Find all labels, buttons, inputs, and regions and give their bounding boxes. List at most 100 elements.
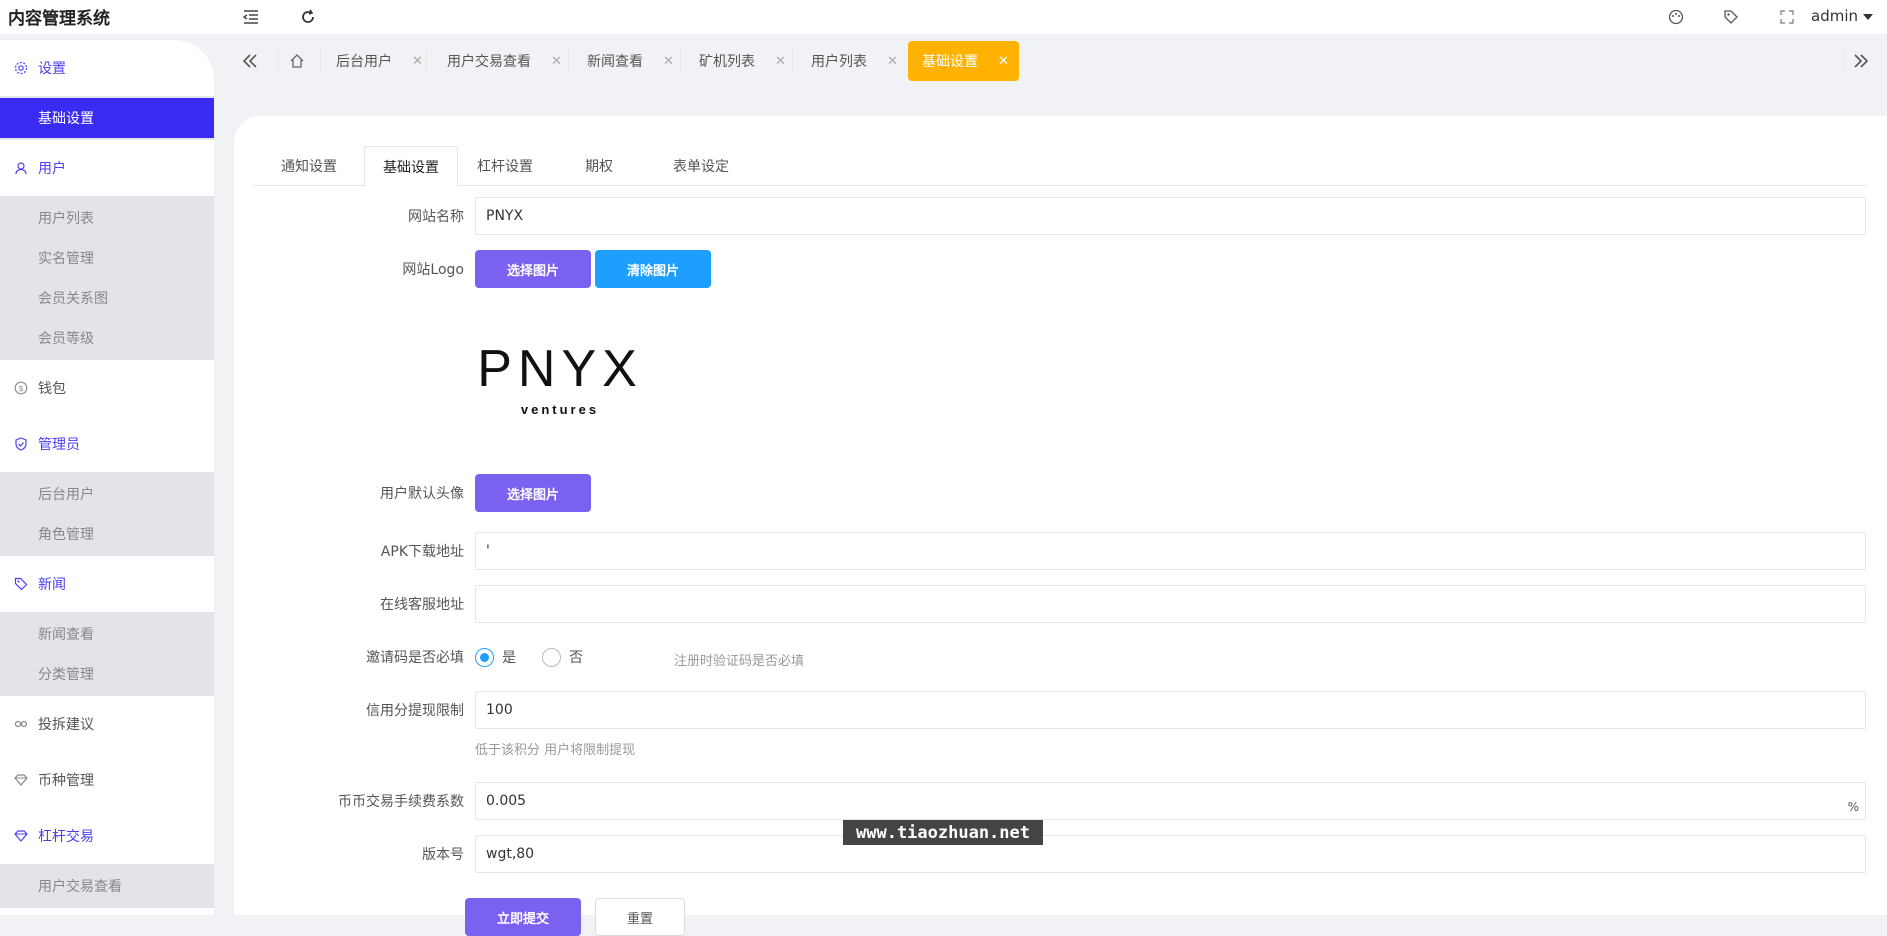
sidebar-item-realname[interactable]: 实名管理 xyxy=(0,238,214,278)
tab-divider xyxy=(1843,50,1844,72)
service-url-label: 在线客服地址 xyxy=(380,597,464,613)
sidebar-item-role-management[interactable]: 角色管理 xyxy=(0,514,214,554)
tab-divider xyxy=(278,50,279,72)
sidebar-section-settings[interactable]: 设置 xyxy=(0,40,214,96)
sidebar-section-label: 管理员 xyxy=(38,437,80,453)
sidebar-section-label: 投拆建议 xyxy=(38,717,94,733)
sidebar-item-member-level[interactable]: 会员等级 xyxy=(0,318,214,358)
sidebar: 设置 基础设置 用户 用户列表 实名管理 会员关系图 会员等级 $ 钱包 管理员… xyxy=(0,40,214,915)
tab-leverage-settings[interactable]: 杠杆设置 xyxy=(458,146,552,186)
sidebar-section-admins[interactable]: 管理员 xyxy=(0,416,214,472)
tag-icon[interactable] xyxy=(1720,6,1742,28)
theme-palette-icon[interactable] xyxy=(1665,6,1687,28)
apk-url-input[interactable]: ' xyxy=(475,532,1866,570)
invite-required-yes-radio[interactable]: 是 xyxy=(475,647,516,667)
logo-subtext: ventures xyxy=(521,402,599,417)
site-logo-label: 网站Logo xyxy=(402,262,464,278)
user-icon xyxy=(13,160,29,176)
tab-user-list[interactable]: 用户列表 ✕ xyxy=(811,41,898,81)
tab-label: 矿机列表 xyxy=(699,54,755,70)
site-name-input[interactable]: PNYX xyxy=(475,197,1866,235)
tabs-scroll-right-icon[interactable] xyxy=(1850,50,1872,72)
close-icon[interactable]: ✕ xyxy=(887,54,898,69)
menu-collapse-icon[interactable] xyxy=(240,6,262,28)
tab-divider xyxy=(792,50,793,72)
link-icon xyxy=(13,716,29,732)
home-icon[interactable] xyxy=(286,50,308,72)
sidebar-item-basic-settings[interactable]: 基础设置 xyxy=(0,98,214,138)
tab-backend-users[interactable]: 后台用户 ✕ xyxy=(336,41,423,81)
sidebar-item-news-view[interactable]: 新闻查看 xyxy=(0,614,214,654)
top-bar: 内容管理系统 admin xyxy=(0,0,1887,34)
sidebar-section-currency[interactable]: 币种管理 xyxy=(0,752,214,808)
tab-options[interactable]: 期权 xyxy=(552,146,646,186)
sidebar-section-label: 新闻 xyxy=(38,577,66,593)
tab-label: 新闻查看 xyxy=(587,54,643,70)
submenu-leverage: 用户交易查看 xyxy=(0,864,214,908)
percent-unit: % xyxy=(1847,800,1859,814)
sidebar-item-backend-users[interactable]: 后台用户 xyxy=(0,474,214,514)
close-icon[interactable]: ✕ xyxy=(775,54,786,69)
radio-circle xyxy=(542,647,561,667)
close-icon[interactable]: ✕ xyxy=(412,54,423,69)
tab-news-view[interactable]: 新闻查看 ✕ xyxy=(587,41,674,81)
sidebar-section-suggestions[interactable]: 投拆建议 xyxy=(0,696,214,752)
coin-fee-label: 币币交易手续费系数 xyxy=(338,794,464,810)
sidebar-section-leverage[interactable]: 杠杆交易 xyxy=(0,808,214,864)
reset-button[interactable]: 重置 xyxy=(595,898,685,936)
diamond-icon xyxy=(13,772,29,788)
avatar-select-button[interactable]: 选择图片 xyxy=(475,474,591,512)
service-url-input[interactable] xyxy=(475,585,1866,623)
close-icon[interactable]: ✕ xyxy=(551,54,562,69)
close-icon[interactable]: ✕ xyxy=(663,54,674,69)
version-input[interactable]: wgt,80 xyxy=(475,835,1866,873)
diamond-icon xyxy=(13,828,29,844)
site-logo-image: PNYX ventures xyxy=(477,331,650,441)
logo-clear-button[interactable]: 清除图片 xyxy=(595,250,711,288)
sidebar-section-users[interactable]: 用户 xyxy=(0,140,214,196)
coin-fee-input[interactable]: 0.005% xyxy=(475,782,1866,820)
sidebar-section-news[interactable]: 新闻 xyxy=(0,556,214,612)
tabs-scroll-left-icon[interactable] xyxy=(239,50,261,72)
user-name: admin xyxy=(1811,7,1858,25)
sidebar-section-label: 用户 xyxy=(38,161,66,177)
tab-divider xyxy=(320,50,321,72)
invite-required-no-radio[interactable]: 否 xyxy=(542,647,583,667)
sidebar-item-member-tree[interactable]: 会员关系图 xyxy=(0,278,214,318)
tab-notification-settings[interactable]: 通知设置 xyxy=(254,146,364,186)
apk-url-label: APK下载地址 xyxy=(380,544,464,560)
default-avatar-label: 用户默认头像 xyxy=(380,486,464,502)
submenu-users: 用户列表 实名管理 会员关系图 会员等级 xyxy=(0,196,214,360)
sidebar-section-label: 杠杆交易 xyxy=(38,829,94,845)
tab-basic-settings[interactable]: 基础设置 ✕ xyxy=(908,41,1019,81)
invite-required-label: 邀请码是否必填 xyxy=(366,650,464,666)
app-title: 内容管理系统 xyxy=(8,9,110,29)
tab-user-trades[interactable]: 用户交易查看 ✕ xyxy=(447,41,562,81)
sidebar-item-category-management[interactable]: 分类管理 xyxy=(0,654,214,694)
dollar-icon: $ xyxy=(13,380,29,396)
refresh-icon[interactable] xyxy=(297,6,319,28)
close-icon[interactable]: ✕ xyxy=(998,54,1009,69)
radio-circle xyxy=(475,647,494,667)
logo-select-button[interactable]: 选择图片 xyxy=(475,250,591,288)
tab-form-settings[interactable]: 表单设定 xyxy=(646,146,756,186)
tag-icon xyxy=(13,576,29,592)
user-menu[interactable]: admin xyxy=(1811,7,1873,25)
credit-limit-input[interactable]: 100 xyxy=(475,691,1866,729)
logo-text: PNYX xyxy=(480,340,643,398)
tab-miner-list[interactable]: 矿机列表 ✕ xyxy=(699,41,786,81)
sidebar-item-user-trades[interactable]: 用户交易查看 xyxy=(0,866,214,906)
sidebar-item-user-list[interactable]: 用户列表 xyxy=(0,198,214,238)
page-tabs: 后台用户 ✕ 用户交易查看 ✕ 新闻查看 ✕ 矿机列表 ✕ 用户列表 ✕ 基础设置 ✕ xyxy=(228,40,1887,82)
tab-basic-settings-inner[interactable]: 基础设置 xyxy=(364,146,458,187)
tab-label: 用户交易查看 xyxy=(447,54,531,70)
credit-limit-hint: 低于该积分 用户将限制提现 xyxy=(475,743,636,758)
watermark: www.tiaozhuan.net xyxy=(843,820,1043,845)
chevron-down-icon xyxy=(1863,13,1873,20)
fullscreen-icon[interactable] xyxy=(1776,6,1798,28)
sidebar-section-wallet[interactable]: $ 钱包 xyxy=(0,360,214,416)
tab-divider xyxy=(680,50,681,72)
sidebar-section-label: 币种管理 xyxy=(38,773,94,789)
submit-button[interactable]: 立即提交 xyxy=(465,898,581,936)
submenu-news: 新闻查看 分类管理 xyxy=(0,612,214,696)
